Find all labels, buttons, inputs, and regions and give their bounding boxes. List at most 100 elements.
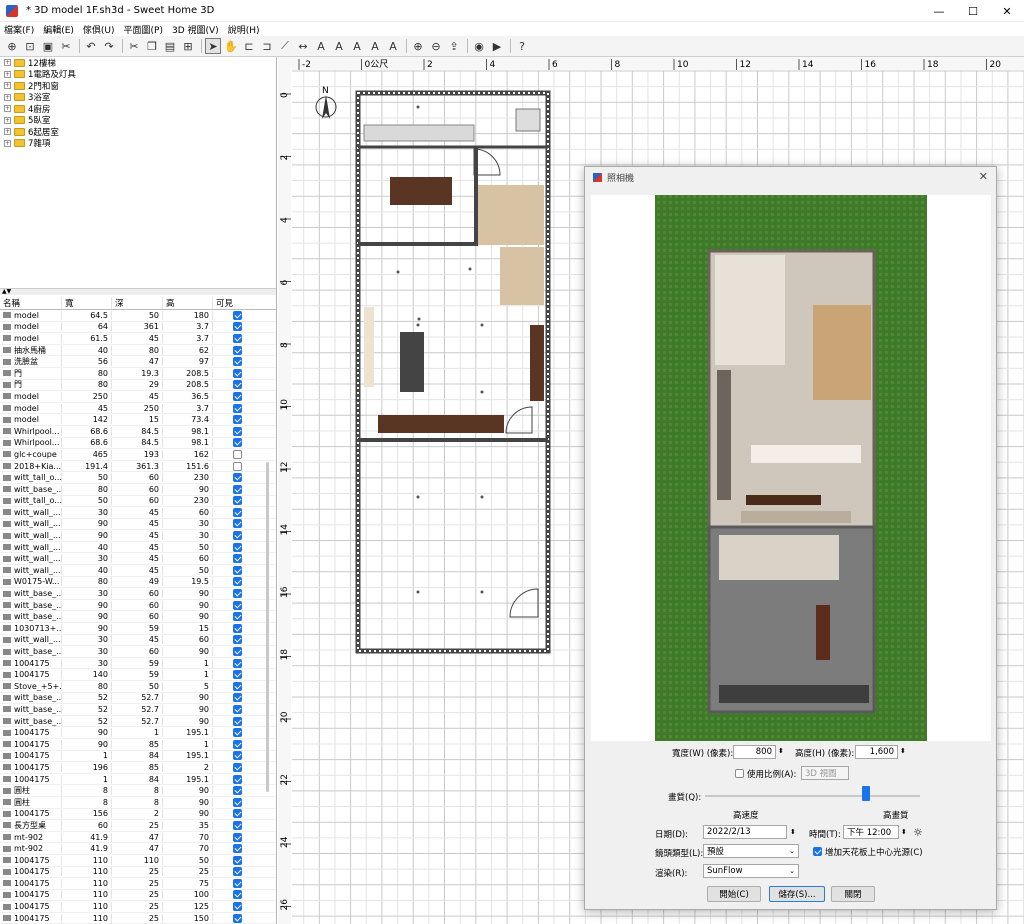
visible-checkbox[interactable] — [232, 635, 242, 645]
new-icon[interactable]: ⊕ — [4, 38, 20, 54]
close-dialog-button[interactable]: 關閉 — [831, 886, 875, 902]
table-row[interactable]: 1004175 30 59 1 — [0, 658, 276, 670]
table-row[interactable]: witt_base_... 30 60 90 — [0, 646, 276, 658]
zoom-out-icon[interactable]: ⊖ — [428, 38, 444, 54]
create-polylines-icon[interactable]: ⟋ — [277, 38, 293, 54]
visible-checkbox[interactable] — [232, 368, 242, 378]
menu-edit[interactable]: 編輯(E) — [43, 23, 74, 36]
table-row[interactable]: witt_wall_... 90 45 30 — [0, 519, 276, 531]
splitter[interactable]: ▲▼ — [0, 289, 276, 295]
add-text-icon[interactable]: A — [313, 38, 329, 54]
visible-checkbox[interactable] — [232, 473, 242, 483]
pan-icon[interactable]: ✋ — [223, 38, 239, 54]
visible-checkbox[interactable] — [232, 496, 242, 506]
table-row[interactable]: 1004175 110 110 50 — [0, 855, 276, 867]
table-row[interactable]: witt_base_... 52 52.7 90 — [0, 716, 276, 728]
visible-checkbox[interactable] — [232, 531, 242, 541]
table-row[interactable]: Whirlpool... 68.6 84.5 98.1 — [0, 426, 276, 438]
visible-checkbox[interactable] — [232, 762, 242, 772]
table-row[interactable]: model 45 250 3.7 — [0, 403, 276, 415]
import-icon[interactable]: ⇪ — [446, 38, 462, 54]
width-spinner-icon[interactable]: ⬍ — [778, 747, 784, 755]
tree-category[interactable]: +6起居室 — [0, 126, 276, 138]
table-row[interactable]: mt-902 41.9 47 70 — [0, 832, 276, 844]
expand-icon[interactable]: + — [4, 139, 11, 147]
table-row[interactable]: 圓柱 8 8 90 — [0, 796, 276, 809]
visible-checkbox[interactable] — [232, 855, 242, 865]
select-icon[interactable]: ➤ — [205, 38, 221, 54]
open-icon[interactable]: ⊡ — [22, 38, 38, 54]
dialog-close-icon[interactable]: ✕ — [979, 170, 988, 183]
visible-checkbox[interactable] — [232, 461, 242, 471]
visible-checkbox[interactable] — [232, 577, 242, 587]
table-row[interactable]: model 64.5 50 180 — [0, 310, 276, 322]
visible-checkbox[interactable] — [232, 589, 242, 599]
visible-checkbox[interactable] — [232, 774, 242, 784]
width-input[interactable]: 800 — [733, 745, 776, 759]
visible-checkbox[interactable] — [232, 426, 242, 436]
visible-checkbox[interactable] — [232, 716, 242, 726]
visible-checkbox[interactable] — [232, 820, 242, 830]
visible-checkbox[interactable] — [232, 809, 242, 819]
visible-checkbox[interactable] — [232, 681, 242, 691]
ratio-select[interactable]: 3D 視圖 — [801, 766, 849, 780]
table-row[interactable]: witt_wall_... 40 45 50 — [0, 542, 276, 554]
table-row[interactable]: glc+coupe 465 193 162 — [0, 449, 276, 461]
copy-icon[interactable]: ❐ — [144, 38, 160, 54]
visible-checkbox[interactable] — [232, 310, 242, 320]
text-style-icon[interactable]: A — [331, 38, 347, 54]
visible-checkbox[interactable] — [232, 333, 242, 343]
photo-icon[interactable]: ◉ — [471, 38, 487, 54]
expand-icon[interactable]: + — [4, 93, 11, 101]
table-row[interactable]: 1004175 110 25 125 — [0, 901, 276, 913]
table-row[interactable]: model 250 45 36.5 — [0, 391, 276, 403]
text-size-icon[interactable]: A — [349, 38, 365, 54]
visible-checkbox[interactable] — [232, 797, 242, 807]
quality-slider-track[interactable] — [705, 795, 920, 797]
table-row[interactable]: Whirlpool... 68.6 84.5 98.1 — [0, 438, 276, 450]
visible-checkbox[interactable] — [232, 600, 242, 610]
table-row[interactable]: 洗臉盆 56 47 97 — [0, 356, 276, 368]
table-row[interactable]: 1004175 90 85 1 — [0, 739, 276, 751]
height-input[interactable]: 1,600 — [855, 745, 898, 759]
visible-checkbox[interactable] — [232, 647, 242, 657]
table-row[interactable]: witt_wall_... 40 45 50 — [0, 565, 276, 577]
date-spinner-icon[interactable]: ⬍ — [790, 828, 796, 836]
visible-checkbox[interactable] — [232, 565, 242, 575]
cut2-icon[interactable]: ✂ — [126, 38, 142, 54]
table-row[interactable]: 1004175 140 59 1 — [0, 669, 276, 681]
paste-icon[interactable]: ▤ — [162, 38, 178, 54]
table-row[interactable]: 2018+Kia... 191.4 361.3 151.6 — [0, 461, 276, 473]
table-row[interactable]: witt_base_... 90 60 90 — [0, 600, 276, 612]
visible-checkbox[interactable] — [232, 693, 242, 703]
visible-checkbox[interactable] — [232, 415, 242, 425]
table-row[interactable]: 1004175 1 84 195.1 — [0, 774, 276, 786]
header-visible[interactable]: 可見 — [213, 297, 261, 309]
height-spinner-icon[interactable]: ⬍ — [900, 747, 906, 755]
add-furniture-icon[interactable]: ⊞ — [180, 38, 196, 54]
help-icon[interactable]: ? — [514, 38, 530, 54]
visible-checkbox[interactable] — [232, 542, 242, 552]
table-row[interactable]: 門 80 29 208.5 — [0, 379, 276, 392]
expand-icon[interactable]: + — [4, 59, 11, 67]
tree-category[interactable]: +4廚房 — [0, 103, 276, 115]
video-icon[interactable]: ▶ — [489, 38, 505, 54]
visible-checkbox[interactable] — [232, 519, 242, 529]
render-select[interactable]: SunFlow ⌄ — [703, 864, 799, 878]
expand-icon[interactable]: + — [4, 105, 11, 113]
visible-checkbox[interactable] — [232, 670, 242, 680]
zoom-in-icon[interactable]: ⊕ — [410, 38, 426, 54]
table-row[interactable]: Stove_+5+... 80 50 5 — [0, 681, 276, 693]
menu-file[interactable]: 檔案(F) — [4, 23, 34, 36]
expand-icon[interactable]: + — [4, 70, 11, 78]
table-row[interactable]: witt_wall_... 30 45 60 — [0, 507, 276, 519]
visible-checkbox[interactable] — [232, 623, 242, 633]
visible-checkbox[interactable] — [232, 867, 242, 877]
table-row[interactable]: witt_base_... 80 60 90 — [0, 484, 276, 496]
save-button[interactable]: 儲存(S)... — [769, 886, 825, 902]
table-row[interactable]: model 64 361 3.7 — [0, 322, 276, 334]
visible-checkbox[interactable] — [232, 554, 242, 564]
table-row[interactable]: 抽水馬桶 40 80 62 — [0, 344, 276, 357]
visible-checkbox[interactable] — [232, 322, 242, 332]
menu-plan[interactable]: 平面圖(P) — [124, 23, 163, 36]
